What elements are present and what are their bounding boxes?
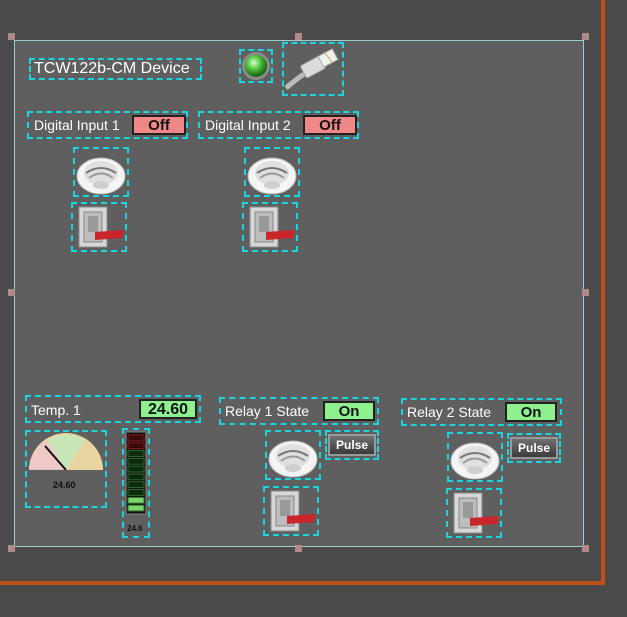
digital-input-2-label: Digital Input 2 — [205, 117, 291, 133]
level-segment — [127, 496, 145, 504]
relay-1-sensor[interactable] — [265, 430, 321, 480]
ethernet-indicator[interactable] — [282, 42, 344, 96]
door-switch-icon — [78, 206, 123, 248]
digital-input-1-label: Digital Input 1 — [34, 117, 120, 133]
door-switch-icon — [270, 490, 315, 532]
door-switch-icon — [453, 492, 498, 534]
resize-handle-top[interactable] — [295, 33, 302, 40]
relay-1-switch[interactable] — [263, 486, 319, 536]
smoke-detector-icon — [450, 442, 500, 480]
temperature-1-box[interactable]: Temp. 1 24.60 — [25, 395, 201, 423]
relay-2-state: On — [505, 402, 557, 422]
digital-input-2-state: Off — [303, 115, 357, 135]
input-1-sensor[interactable] — [73, 147, 129, 197]
relay-1-box[interactable]: Relay 1 State On — [219, 397, 379, 425]
gauge-value: 24.60 — [53, 480, 76, 490]
input-2-switch[interactable] — [242, 202, 298, 252]
resize-handle-right[interactable] — [582, 289, 589, 296]
door-switch-icon — [249, 206, 294, 248]
temperature-1-label: Temp. 1 — [31, 402, 81, 418]
level-segment — [127, 504, 145, 512]
level-segment — [127, 434, 145, 442]
status-led[interactable] — [239, 49, 273, 83]
relay-1-pulse-box[interactable]: Pulse — [325, 430, 379, 460]
temperature-gauge[interactable]: 24.60 — [25, 430, 107, 508]
level-segment — [127, 489, 145, 496]
temperature-1-value: 24.60 — [139, 399, 197, 419]
resize-handle-bottom[interactable] — [295, 545, 302, 552]
relay-2-box[interactable]: Relay 2 State On — [401, 398, 562, 426]
relay-2-sensor[interactable] — [447, 432, 503, 482]
relay-2-switch[interactable] — [446, 488, 502, 538]
level-segment — [127, 457, 145, 465]
resize-handle-bottom-right[interactable] — [582, 545, 589, 552]
level-segment — [127, 481, 145, 489]
level-segment — [127, 465, 145, 473]
relay-2-pulse-box[interactable]: Pulse — [507, 433, 561, 463]
level-segment — [127, 450, 145, 457]
digital-input-1-state: Off — [132, 115, 186, 135]
ethernet-cable-icon — [284, 48, 339, 90]
input-2-sensor[interactable] — [244, 147, 300, 197]
relay-1-pulse-button[interactable]: Pulse — [328, 434, 376, 456]
input-1-switch[interactable] — [71, 202, 127, 252]
device-title: TCW122b-CM Device — [34, 60, 190, 77]
device-title-box[interactable]: TCW122b-CM Device — [29, 58, 202, 80]
smoke-detector-icon — [247, 157, 297, 195]
digital-input-1-box[interactable]: Digital Input 1 Off — [27, 111, 188, 139]
relay-2-label: Relay 2 State — [407, 404, 492, 420]
relay-2-pulse-button[interactable]: Pulse — [510, 437, 558, 459]
resize-handle-top-left[interactable] — [8, 33, 15, 40]
smoke-detector-icon — [268, 440, 318, 478]
smoke-detector-icon — [76, 157, 126, 195]
level-segment — [127, 473, 145, 481]
resize-handle-bottom-left[interactable] — [8, 545, 15, 552]
level-bar — [125, 431, 147, 515]
bar-value: 24.6 — [127, 524, 143, 533]
resize-handle-left[interactable] — [8, 289, 15, 296]
relay-1-state: On — [323, 401, 375, 421]
level-segment — [127, 442, 145, 450]
temperature-bar[interactable]: 24.6 — [122, 428, 150, 538]
resize-handle-top-right[interactable] — [582, 33, 589, 40]
digital-input-2-box[interactable]: Digital Input 2 Off — [198, 111, 359, 139]
relay-1-label: Relay 1 State — [225, 403, 310, 419]
gauge-icon — [29, 433, 103, 476]
status-led-icon — [242, 52, 270, 80]
